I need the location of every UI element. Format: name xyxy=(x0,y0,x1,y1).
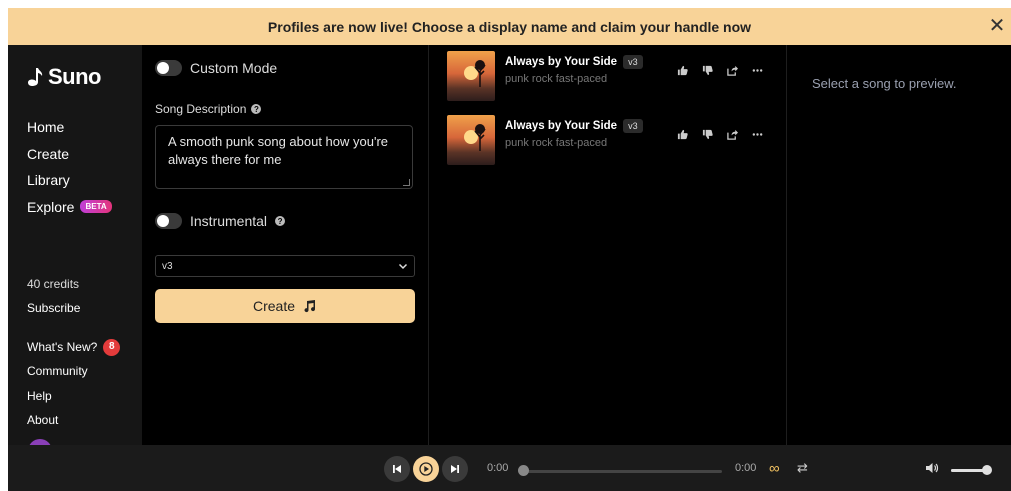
preview-placeholder: Select a song to preview. xyxy=(812,76,957,91)
preview-panel: Select a song to preview. xyxy=(786,45,1011,445)
song-style: punk rock fast-paced xyxy=(505,73,608,85)
progress-track[interactable] xyxy=(520,470,722,473)
custom-mode-row: Custom Mode xyxy=(155,60,277,76)
song-row[interactable]: Always by Your Side v3 punk rock fast-pa… xyxy=(447,115,777,165)
instrumental-label: Instrumental xyxy=(190,213,268,229)
nav-item-community[interactable]: Community xyxy=(27,359,120,383)
previous-track-button[interactable] xyxy=(384,456,410,482)
music-note-icon xyxy=(28,68,43,86)
song-style: punk rock fast-paced xyxy=(505,137,608,149)
thumbs-up-icon[interactable] xyxy=(675,63,690,78)
beta-badge: BETA xyxy=(80,200,112,214)
volume-icon[interactable] xyxy=(925,461,939,479)
announcement-banner: Profiles are now live! Choose a display … xyxy=(8,8,1011,45)
subscribe-link[interactable]: Subscribe xyxy=(27,301,80,315)
version-tag: v3 xyxy=(623,55,643,69)
play-button[interactable] xyxy=(413,456,439,482)
more-options-icon[interactable] xyxy=(750,63,765,78)
secondary-nav: What's New? 8 Community Help About xyxy=(27,335,121,432)
skip-back-icon xyxy=(393,465,401,473)
notification-count-badge: 8 xyxy=(103,338,121,356)
song-description-label-row: Song Description ? xyxy=(155,102,262,116)
share-icon[interactable] xyxy=(725,63,740,78)
create-panel: Custom Mode Song Description ? A smooth … xyxy=(142,45,427,445)
play-icon xyxy=(419,462,433,476)
credits-count: 40 credits xyxy=(27,277,80,291)
main-nav: Home Create Library Explore BETA xyxy=(27,114,112,220)
suno-logo[interactable]: Suno xyxy=(26,64,102,90)
help-icon[interactable]: ? xyxy=(275,216,286,226)
nav-item-help[interactable]: Help xyxy=(27,384,120,408)
thumbs-up-icon[interactable] xyxy=(675,127,690,142)
song-row[interactable]: Always by Your Side v3 punk rock fast-pa… xyxy=(447,51,777,101)
infinity-icon[interactable]: ∞ xyxy=(769,460,780,477)
thumbs-down-icon[interactable] xyxy=(700,127,715,142)
nav-item-about[interactable]: About xyxy=(27,408,120,432)
create-button[interactable]: Create xyxy=(155,289,415,323)
song-description-input[interactable]: A smooth punk song about how you're alwa… xyxy=(155,125,413,189)
skip-forward-icon xyxy=(451,465,459,473)
chevron-down-icon xyxy=(398,263,408,270)
song-cover-image[interactable] xyxy=(447,51,495,101)
song-title[interactable]: Always by Your Side xyxy=(505,120,617,132)
song-cover-image[interactable] xyxy=(447,115,495,165)
app-frame: Profiles are now live! Choose a display … xyxy=(8,8,1011,491)
current-time: 0:00 xyxy=(487,462,509,474)
more-options-icon[interactable] xyxy=(750,127,765,142)
custom-mode-toggle[interactable] xyxy=(155,60,182,76)
song-description-label: Song Description xyxy=(155,102,247,116)
nav-item-create[interactable]: Create xyxy=(27,141,112,168)
logo-text: Suno xyxy=(48,64,102,89)
banner-text: Profiles are now live! Choose a display … xyxy=(267,18,752,35)
thumbs-down-icon[interactable] xyxy=(700,63,715,78)
close-icon[interactable]: ✕ xyxy=(987,16,1007,36)
help-icon[interactable]: ? xyxy=(251,104,262,114)
song-list: Always by Your Side v3 punk rock fast-pa… xyxy=(428,45,786,445)
sidebar: Suno Home Create Library Explore BETA 40… xyxy=(8,45,142,445)
duration: 0:00 xyxy=(735,462,757,474)
nav-item-library[interactable]: Library xyxy=(27,167,112,194)
repeat-icon[interactable]: ⇄ xyxy=(797,460,808,476)
instrumental-row: Instrumental ? xyxy=(155,213,286,229)
version-tag: v3 xyxy=(623,119,643,133)
resize-handle-icon[interactable] xyxy=(403,179,410,186)
share-icon[interactable] xyxy=(725,127,740,142)
song-actions xyxy=(675,127,765,142)
nav-item-home[interactable]: Home xyxy=(27,114,112,141)
next-track-button[interactable] xyxy=(442,456,468,482)
instrumental-toggle[interactable] xyxy=(155,213,182,229)
music-note-icon xyxy=(304,300,316,313)
nav-item-explore[interactable]: Explore BETA xyxy=(27,194,112,221)
custom-mode-label: Custom Mode xyxy=(190,60,278,76)
model-version-select[interactable]: v3 xyxy=(155,255,415,277)
player-bar: 0:00 0:00 ∞ ⇄ xyxy=(8,445,1011,491)
song-title[interactable]: Always by Your Side xyxy=(505,56,617,68)
volume-slider-handle[interactable] xyxy=(982,465,992,475)
progress-slider-handle[interactable] xyxy=(518,465,529,476)
song-actions xyxy=(675,63,765,78)
nav-item-whats-new[interactable]: What's New? 8 xyxy=(27,335,121,359)
